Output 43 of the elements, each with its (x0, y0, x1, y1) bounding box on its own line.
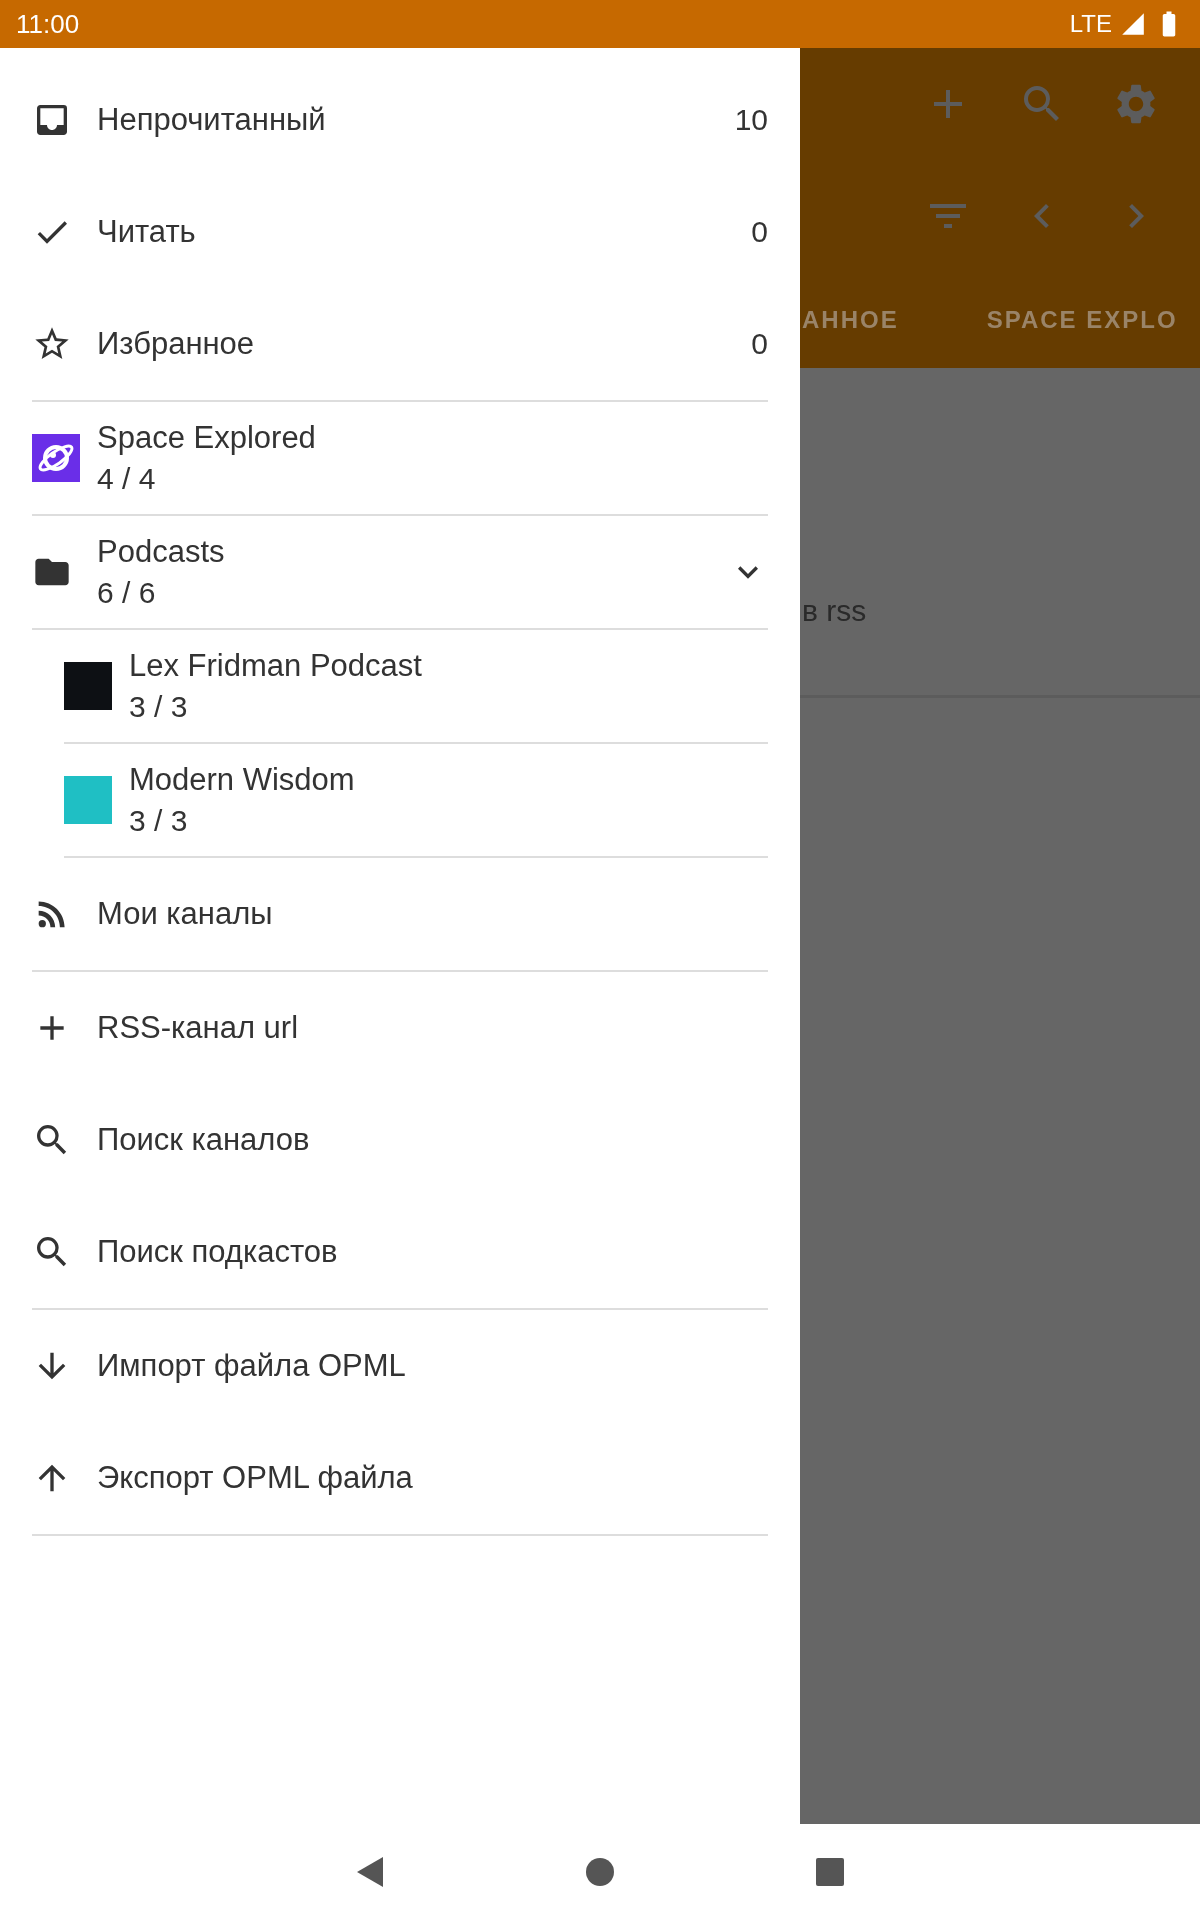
drawer-item[interactable]: RSS-канал url (32, 972, 768, 1084)
feed-title: Lex Fridman Podcast (129, 648, 423, 684)
drawer-item[interactable]: Непрочитанный 10 (32, 64, 768, 176)
item-label: Избранное (97, 326, 256, 362)
item-label: Экспорт OPML файла (97, 1460, 414, 1496)
drawer-item[interactable]: Экспорт OPML файла (32, 1422, 768, 1534)
signal-icon (1120, 11, 1146, 37)
item-label: Поиск подкастов (97, 1234, 339, 1270)
drawer-item[interactable]: Поиск каналов (32, 1084, 768, 1196)
drawer-item[interactable]: Импорт файла OPML (32, 1310, 768, 1422)
status-time: 11:00 (16, 8, 81, 40)
podcast-cover-placeholder (64, 776, 112, 824)
item-label: Импорт файла OPML (97, 1348, 407, 1384)
feed-count: 3 / 3 (129, 690, 189, 724)
planet-logo-icon (32, 434, 80, 482)
feed-title: Space Explored (97, 420, 317, 456)
network-label: LTE (1069, 10, 1112, 38)
item-label: Непрочитанный (97, 102, 327, 138)
back-icon[interactable] (355, 1855, 385, 1889)
drawer-item[interactable]: Поиск подкастов (32, 1196, 768, 1308)
item-count: 0 (751, 327, 768, 361)
item-label: Поиск каналов (97, 1122, 311, 1158)
item-count: 0 (751, 215, 768, 249)
folder-count: 6 / 6 (97, 576, 157, 610)
feed-item[interactable]: Space Explored 4 / 4 (32, 402, 768, 516)
folder-item[interactable]: Podcasts 6 / 6 (32, 516, 768, 630)
recents-icon[interactable] (815, 1857, 845, 1887)
drawer-item[interactable]: Избранное 0 (32, 288, 768, 400)
item-label: Мои каналы (97, 896, 274, 932)
item-count: 10 (734, 103, 768, 137)
feed-count: 4 / 4 (97, 462, 157, 496)
home-icon[interactable] (585, 1857, 615, 1887)
feed-count: 3 / 3 (129, 804, 189, 838)
feed-title: Modern Wisdom (129, 762, 356, 798)
feed-item[interactable]: Modern Wisdom 3 / 3 (64, 744, 768, 858)
folder-title: Podcasts (97, 534, 226, 570)
item-label: Читать (97, 214, 197, 250)
item-label: RSS-канал url (97, 1010, 300, 1046)
content-text: в rss (802, 594, 867, 628)
drawer-item[interactable]: Мои каналы (32, 858, 768, 970)
podcast-cover-placeholder (64, 662, 112, 710)
feed-item[interactable]: Lex Fridman Podcast 3 / 3 (64, 630, 768, 744)
drawer-item[interactable]: Читать 0 (32, 176, 768, 288)
